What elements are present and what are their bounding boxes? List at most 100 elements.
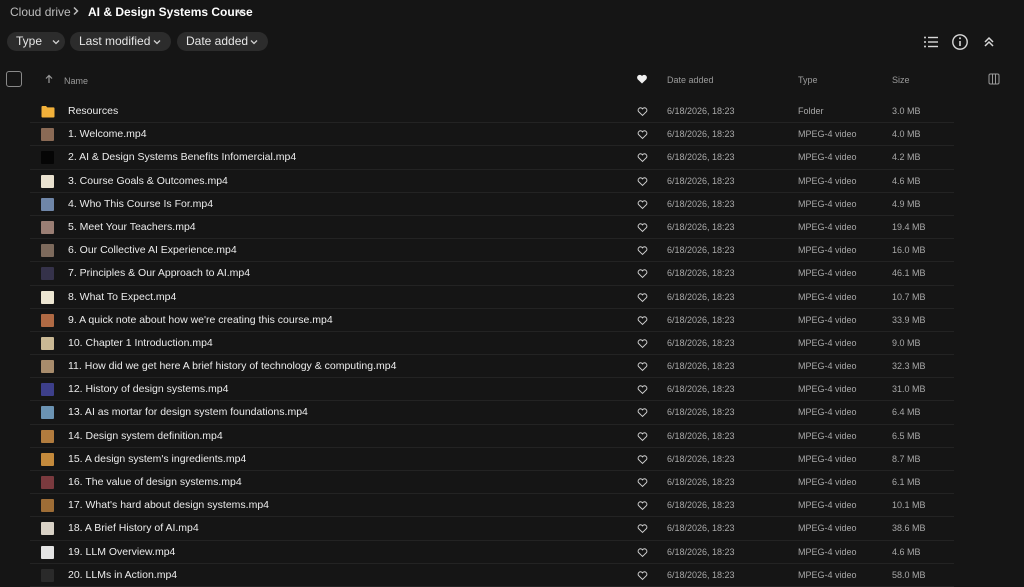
- heart-outline-icon[interactable]: [637, 199, 648, 210]
- file-size: 31.0 MB: [892, 384, 926, 395]
- table-row[interactable]: 13. AI as mortar for design system found…: [30, 401, 954, 425]
- table-row[interactable]: 6. Our Collective AI Experience.mp4 6/18…: [30, 239, 954, 263]
- table-row[interactable]: 2. AI & Design Systems Benefits Infomerc…: [30, 146, 954, 170]
- file-name: 9. A quick note about how we're creating…: [68, 313, 333, 326]
- file-size: 19.4 MB: [892, 221, 926, 232]
- table-row[interactable]: 16. The value of design systems.mp4 6/18…: [30, 471, 954, 495]
- file-name: 19. LLM Overview.mp4: [68, 545, 176, 558]
- video-thumbnail: [41, 313, 54, 327]
- file-type: MPEG-4 video: [798, 430, 857, 441]
- table-row[interactable]: 10. Chapter 1 Introduction.mp4 6/18/2026…: [30, 332, 954, 356]
- file-date-added: 6/18/2026, 18:23: [667, 546, 735, 557]
- heart-filled-icon[interactable]: [636, 73, 648, 85]
- select-all-checkbox[interactable]: [6, 71, 22, 87]
- heart-outline-icon[interactable]: [637, 384, 648, 395]
- folder-icon: [41, 105, 55, 118]
- heart-outline-icon[interactable]: [637, 547, 648, 558]
- video-thumbnail: [41, 568, 54, 582]
- heart-outline-icon[interactable]: [637, 431, 648, 442]
- video-thumbnail: [41, 545, 54, 559]
- file-type: MPEG-4 video: [798, 384, 857, 395]
- list-view-icon[interactable]: [922, 33, 940, 51]
- file-date-added: 6/18/2026, 18:23: [667, 477, 735, 487]
- table-row[interactable]: 20. LLMs in Action.mp4 6/18/2026, 18:23 …: [30, 564, 954, 587]
- column-header-size[interactable]: Size: [892, 75, 910, 85]
- file-date-added: 6/18/2026, 18:23: [667, 268, 735, 279]
- filter-type-label: Type: [16, 34, 43, 48]
- file-name: 20. LLMs in Action.mp4: [68, 568, 178, 581]
- table-row[interactable]: 1. Welcome.mp4 6/18/2026, 18:23 MPEG-4 v…: [30, 123, 954, 147]
- heart-outline-icon[interactable]: [637, 268, 648, 279]
- file-date-added: 6/18/2026, 18:23: [667, 384, 735, 395]
- chevron-down-icon: [52, 40, 60, 45]
- table-row[interactable]: 18. A Brief History of AI.mp4 6/18/2026,…: [30, 517, 954, 541]
- table-row[interactable]: 9. A quick note about how we're creating…: [30, 309, 954, 332]
- heart-outline-icon[interactable]: [637, 361, 648, 372]
- info-icon[interactable]: [951, 33, 969, 51]
- file-date-added: 6/18/2026, 18:23: [667, 291, 735, 302]
- file-type: MPEG-4 video: [798, 245, 857, 256]
- file-date-added: 6/18/2026, 18:23: [667, 106, 735, 116]
- heart-outline-icon[interactable]: [637, 477, 648, 488]
- heart-outline-icon[interactable]: [637, 500, 648, 511]
- filter-date-added-label: Date added: [186, 34, 249, 48]
- column-header-type[interactable]: Type: [798, 75, 818, 85]
- table-row[interactable]: 8. What To Expect.mp4 6/18/2026, 18:23 M…: [30, 286, 954, 309]
- table-row[interactable]: 17. What's hard about design systems.mp4…: [30, 494, 954, 518]
- file-size: 10.1 MB: [892, 500, 926, 511]
- table-row[interactable]: 4. Who This Course Is For.mp4 6/18/2026,…: [30, 193, 954, 216]
- file-date-added: 6/18/2026, 18:23: [667, 523, 735, 534]
- heart-outline-icon[interactable]: [637, 338, 648, 349]
- table-row[interactable]: 19. LLM Overview.mp4 6/18/2026, 18:23 MP…: [30, 541, 954, 564]
- collapse-icon[interactable]: [980, 33, 998, 51]
- table-row[interactable]: 5. Meet Your Teachers.mp4 6/18/2026, 18:…: [30, 216, 954, 240]
- file-date-added: 6/18/2026, 18:23: [667, 407, 735, 418]
- file-date-added: 6/18/2026, 18:23: [667, 337, 735, 348]
- sort-arrow-up-icon[interactable]: [44, 74, 54, 84]
- filter-last-modified[interactable]: Last modified: [70, 32, 171, 51]
- heart-outline-icon[interactable]: [637, 523, 648, 534]
- file-date-added: 6/18/2026, 18:23: [667, 361, 735, 372]
- file-date-added: 6/18/2026, 18:23: [667, 198, 735, 209]
- file-name: 2. AI & Design Systems Benefits Infomerc…: [68, 151, 297, 164]
- table-row[interactable]: 7. Principles & Our Approach to AI.mp4 6…: [30, 262, 954, 286]
- heart-outline-icon[interactable]: [637, 152, 648, 163]
- heart-outline-icon[interactable]: [637, 245, 648, 256]
- heart-outline-icon[interactable]: [637, 222, 648, 233]
- file-name: 4. Who This Course Is For.mp4: [68, 197, 214, 210]
- table-row[interactable]: 3. Course Goals & Outcomes.mp4 6/18/2026…: [30, 170, 954, 193]
- filter-date-added[interactable]: Date added: [177, 32, 268, 51]
- file-type: MPEG-4 video: [798, 129, 857, 140]
- heart-outline-icon[interactable]: [637, 176, 648, 187]
- heart-outline-icon[interactable]: [637, 315, 648, 326]
- column-header-date-added[interactable]: Date added: [667, 75, 714, 85]
- video-thumbnail: [41, 383, 54, 397]
- file-name: 6. Our Collective AI Experience.mp4: [68, 244, 237, 257]
- heart-outline-icon[interactable]: [637, 454, 648, 465]
- filter-type[interactable]: Type: [7, 32, 65, 51]
- heart-outline-icon[interactable]: [637, 292, 648, 303]
- table-row[interactable]: 11. How did we get here A brief history …: [30, 355, 954, 379]
- file-name: 5. Meet Your Teachers.mp4: [68, 220, 196, 233]
- breadcrumb-current-folder[interactable]: AI & Design Systems Course: [88, 5, 253, 19]
- file-size: 4.0 MB: [892, 129, 921, 140]
- file-name: 10. Chapter 1 Introduction.mp4: [68, 336, 213, 349]
- breadcrumb-root-link[interactable]: Cloud drive: [10, 5, 71, 19]
- heart-outline-icon[interactable]: [637, 407, 648, 418]
- table-row[interactable]: 14. Design system definition.mp4 6/18/20…: [30, 425, 954, 448]
- heart-outline-icon[interactable]: [637, 106, 648, 117]
- columns-settings-icon[interactable]: [988, 73, 1000, 85]
- file-name: 14. Design system definition.mp4: [68, 429, 223, 442]
- table-row[interactable]: 15. A design system's ingredients.mp4 6/…: [30, 448, 954, 471]
- table-row[interactable]: 12. History of design systems.mp4 6/18/2…: [30, 378, 954, 402]
- file-size: 4.2 MB: [892, 152, 921, 163]
- table-row[interactable]: Resources 6/18/2026, 18:23 Folder 3.0 MB: [30, 100, 954, 124]
- file-name: 18. A Brief History of AI.mp4: [68, 522, 199, 535]
- chevron-down-icon[interactable]: [235, 7, 245, 17]
- column-header-name[interactable]: Name: [64, 76, 88, 86]
- video-thumbnail: [41, 360, 54, 374]
- heart-outline-icon[interactable]: [637, 570, 648, 581]
- file-size: 46.1 MB: [892, 268, 926, 279]
- heart-outline-icon[interactable]: [637, 129, 648, 140]
- video-thumbnail: [41, 452, 54, 466]
